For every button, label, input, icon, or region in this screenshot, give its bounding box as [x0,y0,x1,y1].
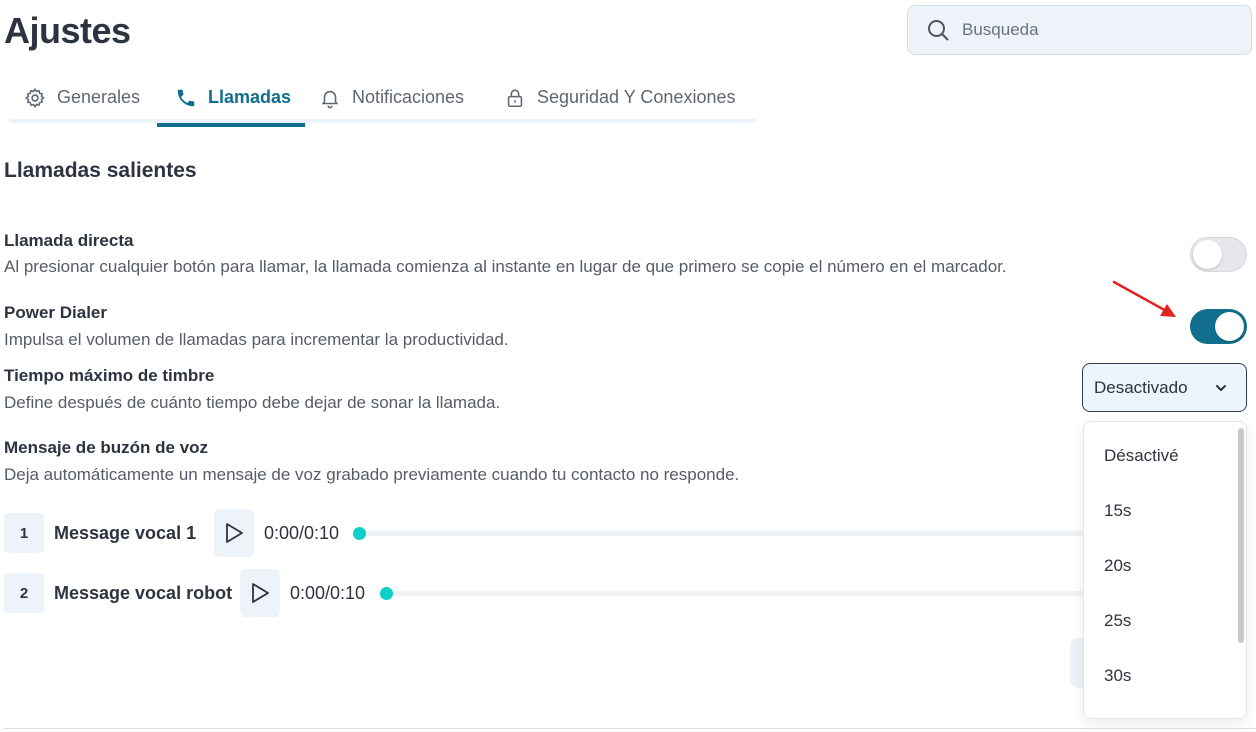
chevron-down-icon [1216,385,1226,391]
dropdown-option[interactable]: 20s [1104,556,1131,576]
audio-progress-handle[interactable] [380,587,393,600]
lock-icon [507,88,523,107]
bell-icon [321,90,339,108]
toggle-knob [1215,312,1244,341]
tab-label: Generales [57,87,141,107]
voicemail-name: Message vocal 1 [54,523,197,543]
search-input[interactable] [960,19,1234,41]
audio-progress-track[interactable] [353,527,1084,540]
section-title: Llamadas salientes [4,159,197,182]
tab-label: Llamadas [208,87,292,107]
audio-progress-track[interactable] [380,587,1084,600]
power-dialer-toggle[interactable] [1190,309,1247,344]
power-dialer-description: Impulsa el volumen de llamadas para incr… [4,330,509,349]
voicemail-number: 2 [4,573,44,613]
direct-call-title: Llamada directa [4,231,134,250]
dropdown-scrollbar[interactable] [1238,428,1244,643]
bottom-divider [4,728,1256,729]
voicemail-description: Deja automáticamente un mensaje de voz g… [4,465,740,484]
dropdown-option[interactable]: 15s [1104,501,1131,521]
power-dialer-title: Power Dialer [4,303,107,322]
play-icon [252,583,269,603]
toggle-knob [1193,240,1222,269]
tab-notificaciones[interactable]: Notificaciones [319,72,464,123]
direct-call-description: Al presionar cualquier botón para llamar… [4,257,1007,276]
play-icon [226,523,243,543]
ring-time-dropdown-menu: Désactivé 15s 20s 25s 30s [1083,421,1247,719]
audio-progress-handle[interactable] [353,527,366,540]
tab-seguridad[interactable]: Seguridad Y Conexiones [504,72,735,123]
search-icon [928,20,949,41]
tab-llamadas[interactable]: Llamadas [157,72,306,127]
voicemail-message-row: 1 Message vocal 1 0:00/0:10 [4,509,1084,557]
tab-label: Notificaciones [352,87,465,107]
ring-time-select[interactable]: Desactivado [1082,363,1247,412]
play-button[interactable] [240,569,280,617]
voicemail-title: Mensaje de buzón de voz [4,438,209,457]
dropdown-option[interactable]: 30s [1104,666,1131,686]
dropdown-option[interactable]: Désactivé [1104,446,1179,466]
gear-icon [24,87,45,108]
direct-call-toggle[interactable] [1190,237,1247,272]
tab-generales[interactable]: Generales [24,72,140,123]
voicemail-time: 0:00/0:10 [290,583,366,603]
dropdown-option[interactable]: 25s [1104,611,1131,631]
voicemail-time: 0:00/0:10 [264,523,340,543]
ring-time-title: Tiempo máximo de timbre [4,366,215,385]
phone-icon [177,89,195,106]
search-box[interactable] [907,5,1252,55]
voicemail-name: Message vocal robot [54,583,233,603]
page-title: Ajustes [4,10,131,51]
voicemail-message-row: 2 Message vocal robot 0:00/0:10 [4,569,1084,617]
voicemail-number: 1 [4,513,44,553]
annotation-arrow-icon [1112,280,1176,317]
play-button[interactable] [214,509,254,557]
ring-time-description: Define después de cuánto tiempo debe dej… [4,393,501,412]
ring-time-selected: Desactivado [1094,377,1188,397]
settings-tabs: Generales Llamadas Notificaciones Seguri… [9,72,756,127]
tab-label: Seguridad Y Conexiones [537,87,736,107]
